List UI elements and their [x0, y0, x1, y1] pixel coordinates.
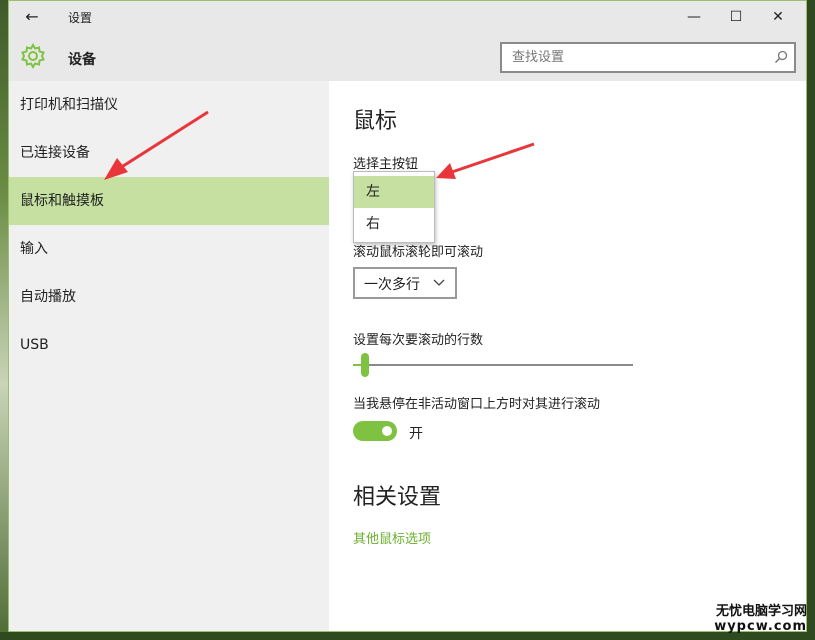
watermark: 无忧电脑学习网 wypcw.com [714, 600, 807, 634]
scroll-select-value: 一次多行 [364, 277, 420, 293]
search-box[interactable] [500, 42, 796, 73]
maximize-button[interactable]: ☐ [716, 5, 756, 29]
inactive-scroll-label: 当我悬停在非活动窗口上方时对其进行滚动 [353, 397, 601, 412]
sidebar-item-connected-devices[interactable]: 已连接设备 [9, 129, 329, 177]
minimize-button[interactable]: — [674, 5, 714, 29]
primary-button-dropdown[interactable]: 左 右 [353, 171, 435, 243]
sidebar: 打印机和扫描仪 已连接设备 鼠标和触摸板 输入 自动播放 USB [9, 81, 329, 631]
dropdown-option-left[interactable]: 左 [354, 176, 434, 208]
sidebar-item-printers[interactable]: 打印机和扫描仪 [9, 81, 329, 129]
chevron-down-icon [433, 279, 445, 286]
search-icon[interactable] [774, 50, 788, 64]
settings-window: ← 设置 — ☐ ✕ 设备 打印机和扫描仪 已连接设备 鼠标和触摸板 输入 自动… [8, 0, 807, 632]
gear-icon [21, 43, 45, 69]
sidebar-item-usb[interactable]: USB [9, 321, 329, 369]
related-settings-title: 相关设置 [353, 485, 442, 510]
dropdown-option-right[interactable]: 右 [354, 208, 434, 240]
lines-slider[interactable] [353, 353, 633, 377]
lines-label: 设置每次要滚动的行数 [353, 333, 484, 348]
slider-fill [353, 364, 361, 366]
toggle-state-label: 开 [409, 426, 423, 442]
toggle-knob [382, 426, 392, 436]
inactive-scroll-toggle[interactable] [353, 421, 397, 441]
scroll-label: 滚动鼠标滚轮即可滚动 [353, 245, 484, 260]
desktop-background-bottom [0, 632, 815, 640]
search-input[interactable] [502, 44, 762, 71]
slider-thumb[interactable] [361, 353, 369, 377]
desktop-background-right [807, 0, 815, 640]
page-title: 设备 [68, 52, 96, 68]
window-title: 设置 [68, 11, 93, 25]
primary-button-label: 选择主按钮 [353, 157, 419, 172]
sidebar-item-mouse-touchpad[interactable]: 鼠标和触摸板 [9, 177, 329, 225]
other-mouse-options-link[interactable]: 其他鼠标选项 [353, 528, 431, 547]
back-arrow-icon[interactable]: ← [21, 7, 43, 27]
slider-track [353, 364, 633, 366]
scroll-select[interactable]: 一次多行 [353, 267, 457, 299]
sidebar-item-typing[interactable]: 输入 [9, 225, 329, 273]
title-bar: ← 设置 — ☐ ✕ [9, 1, 806, 33]
main-content: 鼠标 选择主按钮 左 右 滚动鼠标滚轮即可滚动 一次多行 设置每次要滚动的行数 … [329, 81, 806, 631]
watermark-line2: wypcw.com [714, 619, 807, 634]
watermark-line1: 无忧电脑学习网 [715, 604, 807, 619]
page-header: 设备 [9, 33, 806, 81]
sidebar-item-autoplay[interactable]: 自动播放 [9, 273, 329, 321]
close-button[interactable]: ✕ [758, 5, 798, 29]
section-title: 鼠标 [353, 109, 398, 134]
